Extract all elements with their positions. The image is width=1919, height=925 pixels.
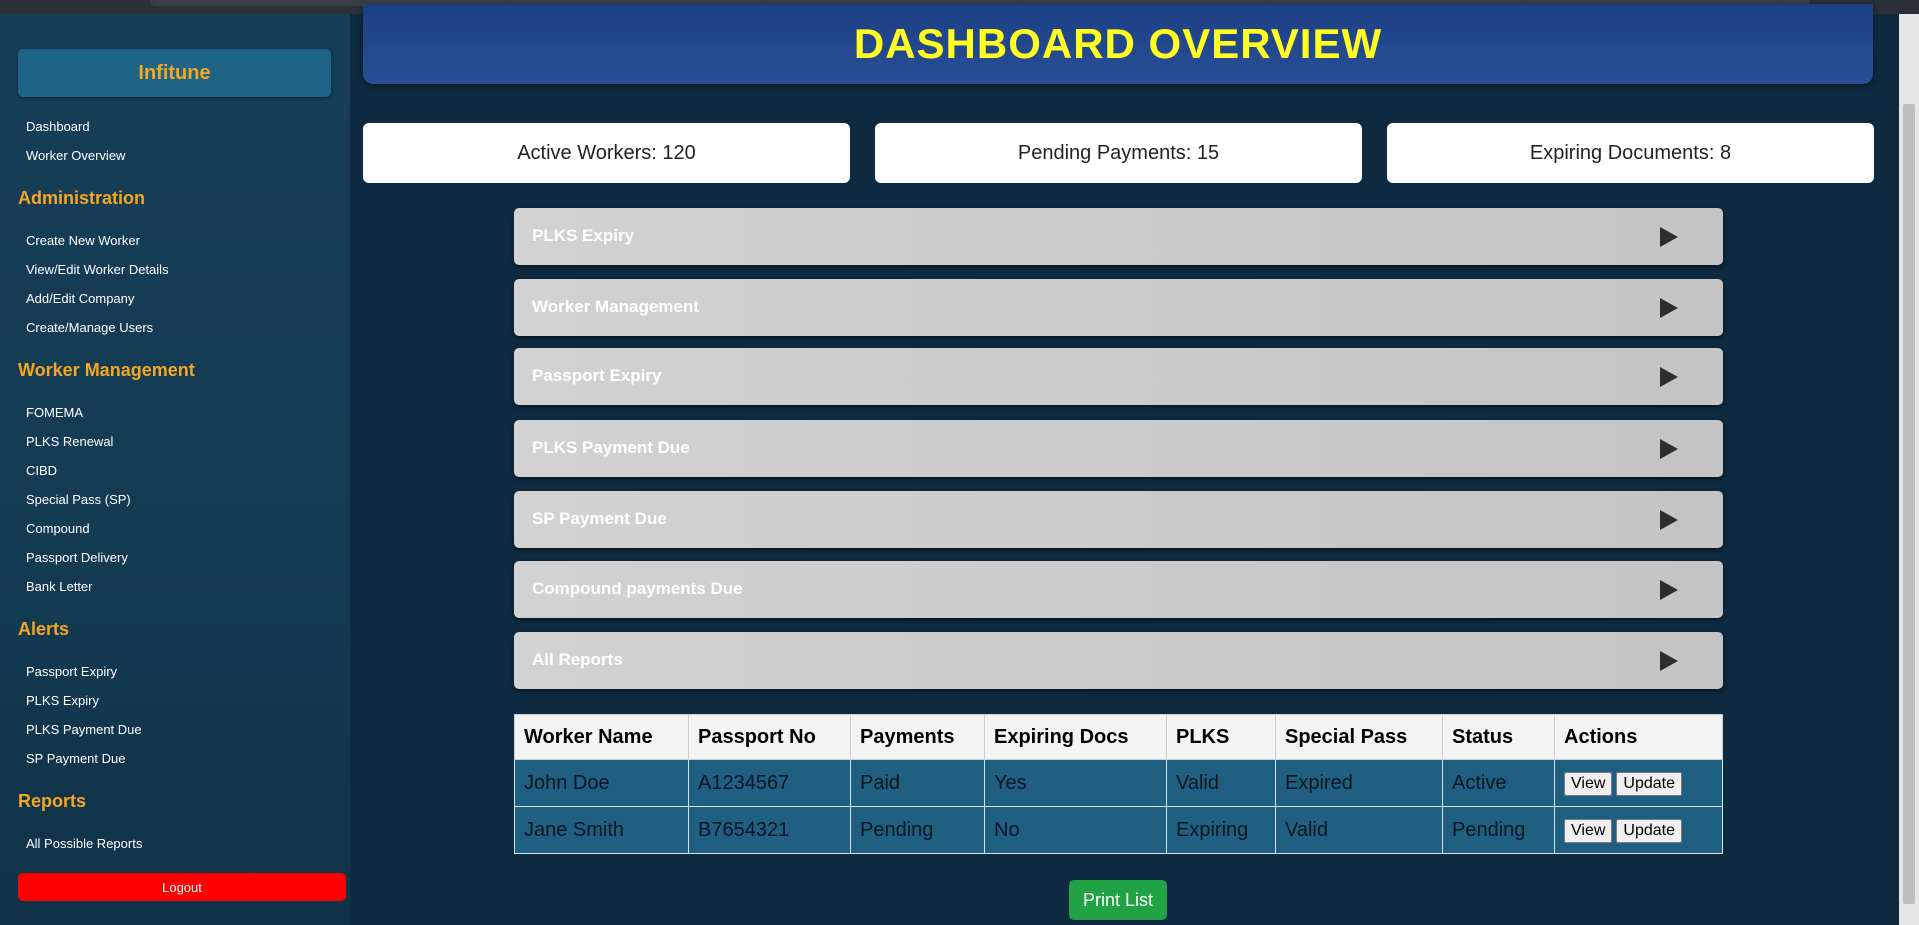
accordion-label: Compound payments Due	[532, 579, 743, 598]
sidebar-item-worker-overview[interactable]: Worker Overview	[26, 148, 125, 163]
accordion-label: PLKS Payment Due	[532, 438, 690, 457]
expand-arrow-icon	[1660, 439, 1678, 459]
cell-passport-no: A1234567	[688, 759, 851, 807]
page-scrollbar[interactable]	[1899, 14, 1919, 925]
cell-actions: View Update	[1554, 806, 1723, 854]
column-header: PLKS	[1166, 714, 1276, 760]
column-header: Passport No	[688, 714, 851, 760]
cell-worker-name: Jane Smith	[514, 806, 689, 854]
sidebar-item-dashboard[interactable]: Dashboard	[26, 119, 90, 134]
column-header: Actions	[1554, 714, 1723, 760]
accordion-worker-management[interactable]: Worker Management	[514, 279, 1723, 336]
logout-button[interactable]: Logout	[18, 873, 346, 901]
cell-status: Active	[1442, 759, 1555, 807]
expand-arrow-icon	[1660, 227, 1678, 247]
section-title-administration: Administration	[18, 188, 146, 208]
cell-payments: Pending	[850, 806, 985, 854]
column-header: Special Pass	[1275, 714, 1443, 760]
cell-plks: Expiring	[1166, 806, 1276, 854]
accordion-plks-expiry[interactable]: PLKS Expiry	[514, 208, 1723, 265]
section-title-alerts: Alerts	[18, 619, 70, 639]
sidebar-item-plks-payment-due[interactable]: PLKS Payment Due	[26, 722, 142, 737]
sidebar-item-passport-delivery[interactable]: Passport Delivery	[26, 550, 128, 565]
section-title-reports: Reports	[18, 791, 87, 811]
accordion-label: Worker Management	[532, 297, 699, 316]
stat-card-active-workers: Active Workers: 120	[363, 123, 850, 183]
accordion-label: All Reports	[532, 650, 623, 669]
header-banner: DASHBOARD OVERVIEW	[363, 4, 1873, 84]
table-row: Jane Smith B7654321 Pending No Expiring …	[514, 806, 1723, 854]
accordion-sp-payment-due[interactable]: SP Payment Due	[514, 491, 1723, 548]
sidebar-item-special-pass[interactable]: Special Pass (SP)	[26, 492, 131, 507]
view-button[interactable]: View	[1564, 818, 1613, 843]
accordion-label: Passport Expiry	[532, 366, 662, 385]
print-list-button[interactable]: Print List	[1069, 880, 1167, 920]
cell-special-pass: Valid	[1275, 806, 1443, 854]
column-header: Status	[1442, 714, 1555, 760]
page-title: DASHBOARD OVERVIEW	[853, 20, 1383, 67]
cell-passport-no: B7654321	[688, 806, 851, 854]
update-button[interactable]: Update	[1616, 771, 1682, 796]
cell-payments: Paid	[850, 759, 985, 807]
table-header-row: Worker Name Passport No Payments Expirin…	[514, 714, 1723, 760]
cell-expiring-docs: Yes	[984, 759, 1167, 807]
cell-special-pass: Expired	[1275, 759, 1443, 807]
sidebar: Infitune Dashboard Worker Overview Admin…	[0, 14, 350, 925]
cell-status: Pending	[1442, 806, 1555, 854]
expand-arrow-icon	[1660, 510, 1678, 530]
sidebar-item-create-new-worker[interactable]: Create New Worker	[26, 233, 140, 248]
cell-plks: Valid	[1166, 759, 1276, 807]
brand-logo[interactable]: Infitune	[18, 49, 331, 97]
expand-arrow-icon	[1660, 367, 1678, 387]
column-header: Expiring Docs	[984, 714, 1167, 760]
cell-actions: View Update	[1554, 759, 1723, 807]
stat-card-pending-payments: Pending Payments: 15	[875, 123, 1362, 183]
accordion-label: SP Payment Due	[532, 509, 667, 528]
accordion-label: PLKS Expiry	[532, 226, 635, 245]
accordion-all-reports[interactable]: All Reports	[514, 632, 1723, 689]
workers-table: Worker Name Passport No Payments Expirin…	[514, 714, 1723, 854]
cell-expiring-docs: No	[984, 806, 1167, 854]
sidebar-item-compound[interactable]: Compound	[26, 521, 90, 536]
scrollbar-thumb[interactable]	[1903, 104, 1915, 904]
stat-card-expiring-documents: Expiring Documents: 8	[1387, 123, 1874, 183]
expand-arrow-icon	[1660, 651, 1678, 671]
update-button[interactable]: Update	[1616, 818, 1682, 843]
sidebar-item-add-edit-company[interactable]: Add/Edit Company	[26, 291, 134, 306]
sidebar-item-cibd[interactable]: CIBD	[26, 463, 57, 478]
sidebar-item-all-possible-reports[interactable]: All Possible Reports	[26, 836, 142, 851]
sidebar-item-plks-renewal[interactable]: PLKS Renewal	[26, 434, 113, 449]
sidebar-item-passport-expiry[interactable]: Passport Expiry	[26, 664, 117, 679]
sidebar-item-plks-expiry[interactable]: PLKS Expiry	[26, 693, 99, 708]
cell-worker-name: John Doe	[514, 759, 689, 807]
expand-arrow-icon	[1660, 580, 1678, 600]
sidebar-item-view-edit-worker[interactable]: View/Edit Worker Details	[26, 262, 169, 277]
sidebar-item-manage-users[interactable]: Create/Manage Users	[26, 320, 153, 335]
column-header: Worker Name	[514, 714, 689, 760]
accordion-compound-payments-due[interactable]: Compound payments Due	[514, 561, 1723, 618]
table-row: John Doe A1234567 Paid Yes Valid Expired…	[514, 759, 1723, 807]
column-header: Payments	[850, 714, 985, 760]
section-title-worker-management: Worker Management	[18, 360, 195, 380]
sidebar-item-sp-payment-due[interactable]: SP Payment Due	[26, 751, 125, 766]
sidebar-item-bank-letter[interactable]: Bank Letter	[26, 579, 93, 594]
accordion-passport-expiry[interactable]: Passport Expiry	[514, 348, 1723, 405]
sidebar-item-fomema[interactable]: FOMEMA	[26, 405, 83, 420]
main-content: DASHBOARD OVERVIEW Active Workers: 120 P…	[350, 4, 1899, 925]
expand-arrow-icon	[1660, 298, 1678, 318]
accordion-plks-payment-due[interactable]: PLKS Payment Due	[514, 420, 1723, 477]
view-button[interactable]: View	[1564, 771, 1613, 796]
